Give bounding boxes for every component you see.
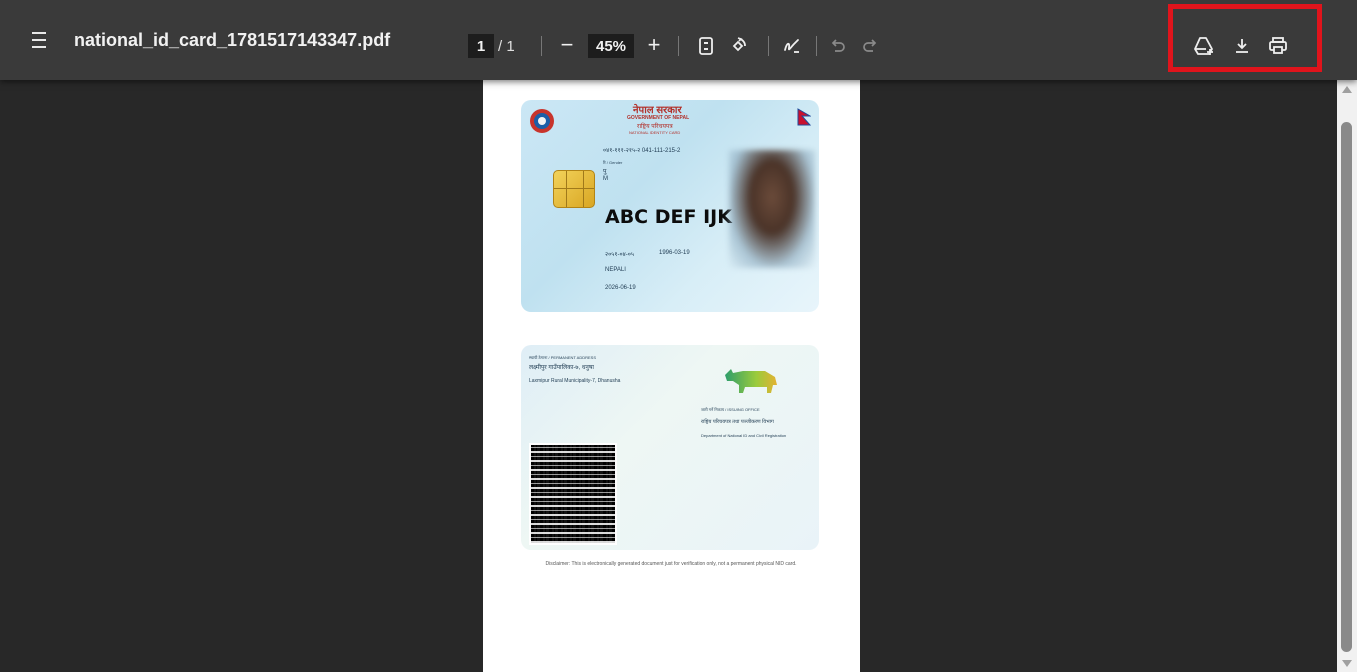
qr-code — [529, 443, 617, 545]
id-card-back: स्थायी ठेगाना / PERMANENT ADDRESS लक्ष्म… — [521, 345, 819, 550]
gender-label: रि / Gender — [603, 160, 623, 165]
gender-english: M — [603, 176, 608, 182]
pdf-page: नेपाल सरकार GOVERNMENT OF NEPAL राष्ट्रि… — [483, 80, 860, 672]
toolbar-divider — [541, 36, 542, 56]
subheader-english: NATIONAL IDENTITY CARD — [629, 130, 681, 135]
rhino-logo — [721, 363, 781, 397]
zoom-out-button[interactable]: − — [557, 32, 577, 57]
dob-nepali: २०५१-०४-०५ — [605, 252, 634, 258]
vertical-scrollbar[interactable] — [1337, 80, 1357, 672]
nationality: NEPALI — [605, 267, 626, 273]
draw-icon[interactable] — [780, 34, 804, 58]
zoom-in-button[interactable]: + — [644, 32, 664, 57]
header-nepali: नेपाल सरकार — [633, 105, 682, 116]
pdf-toolbar: national_id_card_1781517143347.pdf 1 / 1… — [0, 0, 1357, 80]
page-number-input[interactable]: 1 — [468, 34, 494, 58]
dob-english: 1996-03-19 — [659, 250, 690, 256]
nin-number: ०४१-१११-२१५-२ 041-111-215-2 — [603, 148, 681, 154]
address-label: स्थायी ठेगाना / PERMANENT ADDRESS — [529, 355, 597, 360]
subheader-nepali: राष्ट्रिय परिचयपत्र — [637, 124, 673, 130]
scroll-up-arrow-icon[interactable] — [1342, 86, 1352, 93]
rotate-icon[interactable] — [726, 34, 750, 58]
gender-nepali: पु — [603, 169, 607, 175]
government-emblem — [529, 108, 555, 134]
toolbar-divider — [768, 36, 769, 56]
nepal-flag — [797, 108, 812, 128]
zoom-level-input[interactable]: 45% — [588, 34, 634, 58]
undo-icon[interactable] — [826, 34, 850, 58]
holder-name: ABC DEF IJK — [605, 206, 732, 228]
address-nepali: लक्ष्मीपुर गाउँपालिका-७, धनुषा — [529, 365, 594, 371]
hamburger-menu-icon[interactable] — [28, 32, 50, 48]
fit-page-icon[interactable] — [694, 34, 718, 58]
disclaimer-text: Disclaimer: This is electronically gener… — [545, 561, 797, 567]
id-card-front: नेपाल सरकार GOVERNMENT OF NEPAL राष्ट्रि… — [521, 100, 819, 312]
header-english: GOVERNMENT OF NEPAL — [627, 115, 690, 121]
document-title: national_id_card_1781517143347.pdf — [74, 30, 391, 50]
redo-icon[interactable] — [858, 34, 882, 58]
office-nepali: राष्ट्रिय परिचयपत्र तथा पञ्जीकरण विभाग — [701, 419, 774, 425]
smart-card-chip — [553, 170, 595, 208]
address-english: Laxmipur Rural Municipality-7, Dhanusha — [529, 378, 621, 384]
toolbar-divider — [816, 36, 817, 56]
highlight-annotation — [1168, 4, 1322, 72]
document-viewer[interactable]: नेपाल सरकार GOVERNMENT OF NEPAL राष्ट्रि… — [0, 80, 1357, 672]
issue-date: 2026-06-19 — [605, 285, 636, 291]
office-english: Department of National ID and Civil Regi… — [701, 433, 787, 438]
holder-photo — [729, 150, 815, 268]
scroll-down-arrow-icon[interactable] — [1342, 660, 1352, 667]
toolbar-divider — [678, 36, 679, 56]
page-total: / 1 — [498, 37, 515, 55]
office-label: जारी गर्ने निकाय / ISSUING OFFICE — [701, 407, 760, 412]
scroll-thumb[interactable] — [1341, 122, 1352, 652]
